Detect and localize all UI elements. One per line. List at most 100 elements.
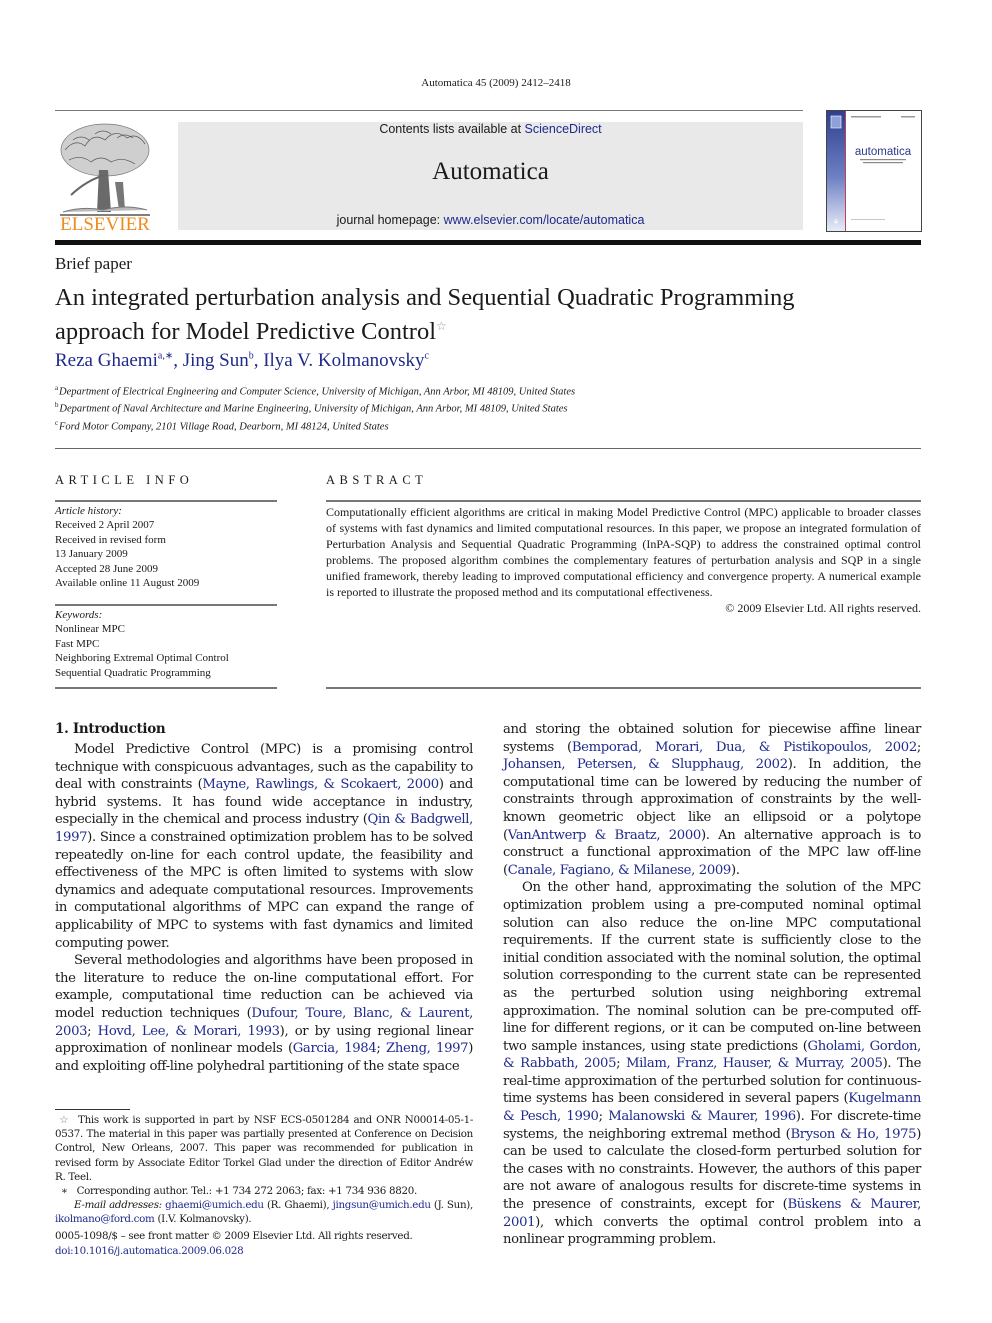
- author-sun-affil[interactable]: b: [249, 351, 254, 362]
- email-link-sun[interactable]: jingsun@umich.edu: [333, 1199, 431, 1211]
- doi-link[interactable]: doi:10.1016/j.automatica.2009.06.028: [55, 1244, 412, 1259]
- affiliation-rule: [55, 448, 921, 449]
- article-history: Article history: Received 2 April 2007 R…: [55, 504, 199, 590]
- abstract-rule: [326, 500, 921, 502]
- affiliation-key: a: [55, 384, 59, 392]
- citation-link[interactable]: Milam, Franz, Hauser, & Murray, 2005: [626, 1056, 883, 1071]
- email-owner: (I.V. Kolmanovsky).: [154, 1213, 252, 1226]
- author-ghaemi-affil[interactable]: a,∗: [158, 351, 173, 362]
- running-head: Automatica 45 (2009) 2412–2418: [421, 77, 571, 89]
- history-item: Accepted 28 June 2009: [55, 562, 158, 575]
- body-text: ;: [598, 1109, 609, 1125]
- citation-link[interactable]: Johansen, Petersen, & Slupphaug, 2002: [503, 757, 788, 772]
- affiliation-c: c Ford Motor Company, 2101 Village Road,…: [55, 419, 389, 433]
- abstract-copyright: © 2009 Elsevier Ltd. All rights reserved…: [725, 601, 921, 615]
- elsevier-tree-icon: ELSEVIER: [60, 123, 150, 235]
- email-owner: (R. Ghaemi),: [263, 1199, 333, 1212]
- issn-line: 0005-1098/$ – see front matter © 2009 El…: [55, 1230, 413, 1242]
- author-list: Reza Ghaemia,∗, Jing Sunb, Ilya V. Kolma…: [55, 350, 429, 371]
- ifac-logo-icon: ⚘: [832, 218, 839, 227]
- citation-link[interactable]: Mayne, Rawlings, & Scokaert, 2000: [202, 777, 439, 792]
- affiliation-key: b: [55, 401, 59, 409]
- body-text: ). Since a constrained optimization prob…: [55, 829, 473, 951]
- footnote-funding: ☆ This work is supported in part by NSF …: [55, 1113, 473, 1184]
- footnote-rule: [55, 1109, 130, 1110]
- article-title: An integrated perturbation analysis and …: [55, 283, 915, 346]
- body-text: ), which converts the optimal control pr…: [503, 1214, 921, 1248]
- email-owner: (J. Sun),: [430, 1199, 473, 1212]
- author-ghaemi[interactable]: Reza Ghaemi: [55, 350, 158, 371]
- info-rule: [55, 604, 277, 606]
- footnote-emails: E-mail addresses: ghaemi@umich.edu (R. G…: [55, 1198, 473, 1226]
- body-text: ;: [616, 1056, 626, 1072]
- citation-link[interactable]: VanAntwerp & Braatz, 2000: [508, 828, 701, 843]
- body-paragraph: On the other hand, approximating the sol…: [503, 879, 921, 1248]
- footnote-funding-text: This work is supported in part by NSF EC…: [55, 1114, 474, 1183]
- history-label: Article history:: [55, 505, 122, 517]
- cover-title: automatica: [855, 146, 912, 158]
- author-kolmanovsky-affil[interactable]: c: [425, 351, 429, 362]
- section-heading-introduction: 1. Introduction: [55, 721, 166, 737]
- citation-link[interactable]: Hovd, Lee, & Morari, 1993: [98, 1024, 280, 1039]
- title-footnote-star-icon[interactable]: ☆: [436, 319, 447, 333]
- body-paragraph: and storing the obtained solution for pi…: [503, 721, 921, 879]
- footnote-corresponding: ∗ Corresponding author. Tel.: +1 734 272…: [55, 1184, 473, 1198]
- citation-link[interactable]: Canale, Fagiano, & Milanese, 2009: [508, 863, 732, 878]
- title-line-1: An integrated perturbation analysis and …: [55, 284, 795, 311]
- publisher-wordmark: ELSEVIER: [60, 214, 150, 232]
- elsevier-logo[interactable]: ELSEVIER: [55, 120, 155, 235]
- keyword: Nonlinear MPC: [55, 623, 125, 636]
- keywords: Keywords: Nonlinear MPC Fast MPC Neighbo…: [55, 608, 229, 680]
- affiliation-b: b Department of Naval Architecture and M…: [55, 401, 568, 415]
- journal-name: Automatica: [432, 158, 549, 185]
- email-link-ghaemi[interactable]: ghaemi@umich.edu: [165, 1199, 264, 1211]
- citation-link[interactable]: Malanowski & Maurer, 1996: [608, 1109, 796, 1124]
- author-kolmanovsky[interactable]: Ilya V. Kolmanovsky: [263, 350, 424, 371]
- top-rule: [55, 110, 803, 111]
- citation-link[interactable]: Bemporad, Morari, Dua, & Pistikopoulos, …: [572, 740, 917, 755]
- affiliation-text: Department of Naval Architecture and Mar…: [59, 403, 568, 415]
- body-paragraph: Several methodologies and algorithms hav…: [55, 952, 473, 1075]
- title-line-2: approach for Model Predictive Control: [55, 318, 437, 346]
- history-item: Available online 11 August 2009: [55, 577, 200, 590]
- homepage-line: journal homepage: www.elsevier.com/locat…: [178, 213, 803, 227]
- citation-link[interactable]: Zheng, 1997: [386, 1041, 469, 1056]
- abstract-heading: ABSTRACT: [326, 473, 428, 487]
- author-sun[interactable]: Jing Sun: [183, 350, 249, 371]
- corresponding-asterisk-icon: ∗: [60, 1185, 68, 1198]
- affiliation-key: c: [55, 419, 59, 427]
- citation-link[interactable]: Garcia, 1984: [293, 1041, 377, 1056]
- contents-line: Contents lists available at ScienceDirec…: [178, 122, 803, 136]
- keyword: Fast MPC: [55, 637, 100, 650]
- history-item: Received 2 April 2007: [55, 519, 155, 532]
- footnote-corresponding-text: Corresponding author. Tel.: +1 734 272 2…: [76, 1185, 418, 1198]
- footnotes: ☆ This work is supported in part by NSF …: [55, 1113, 473, 1227]
- email-label: E-mail addresses:: [74, 1199, 162, 1212]
- body-text: ;: [87, 1023, 98, 1039]
- body-column-left: Model Predictive Control (MPC) is a prom…: [55, 741, 473, 1075]
- journal-cover-thumbnail[interactable]: automatica ⚘: [826, 110, 922, 232]
- article-type: Brief paper: [55, 254, 132, 273]
- abstract-text: Computationally efficient algorithms are…: [326, 505, 921, 599]
- journal-cover-image: automatica ⚘: [827, 111, 915, 231]
- footnote-star-icon: ☆: [59, 1114, 70, 1126]
- header-thick-rule: [55, 240, 921, 245]
- front-matter: 0005-1098/$ – see front matter © 2009 El…: [55, 1229, 413, 1259]
- article-info-heading: ARTICLE INFO: [55, 473, 194, 487]
- homepage-prefix: journal homepage:: [336, 213, 444, 227]
- keyword: Sequential Quadratic Programming: [55, 666, 211, 679]
- body-column-right: and storing the obtained solution for pi…: [503, 721, 921, 1249]
- affiliation-text: Ford Motor Company, 2101 Village Road, D…: [59, 421, 389, 433]
- sciencedirect-link[interactable]: ScienceDirect: [525, 122, 602, 136]
- keyword: Neighboring Extremal Optimal Control: [55, 652, 229, 665]
- history-item: 13 January 2009: [55, 548, 128, 561]
- keywords-label: Keywords:: [55, 609, 103, 621]
- email-link-kolmanovsky[interactable]: ikolmano@ford.com: [55, 1213, 155, 1225]
- citation-link[interactable]: Bryson & Ho, 1975: [790, 1127, 916, 1142]
- body-text: ;: [916, 739, 921, 755]
- affiliation-text: Department of Electrical Engineering and…: [59, 386, 576, 398]
- affiliation-a: a Department of Electrical Engineering a…: [55, 384, 575, 398]
- info-rule: [55, 687, 277, 689]
- body-text: ;: [376, 1041, 387, 1057]
- journal-homepage-link[interactable]: www.elsevier.com/locate/automatica: [444, 213, 645, 227]
